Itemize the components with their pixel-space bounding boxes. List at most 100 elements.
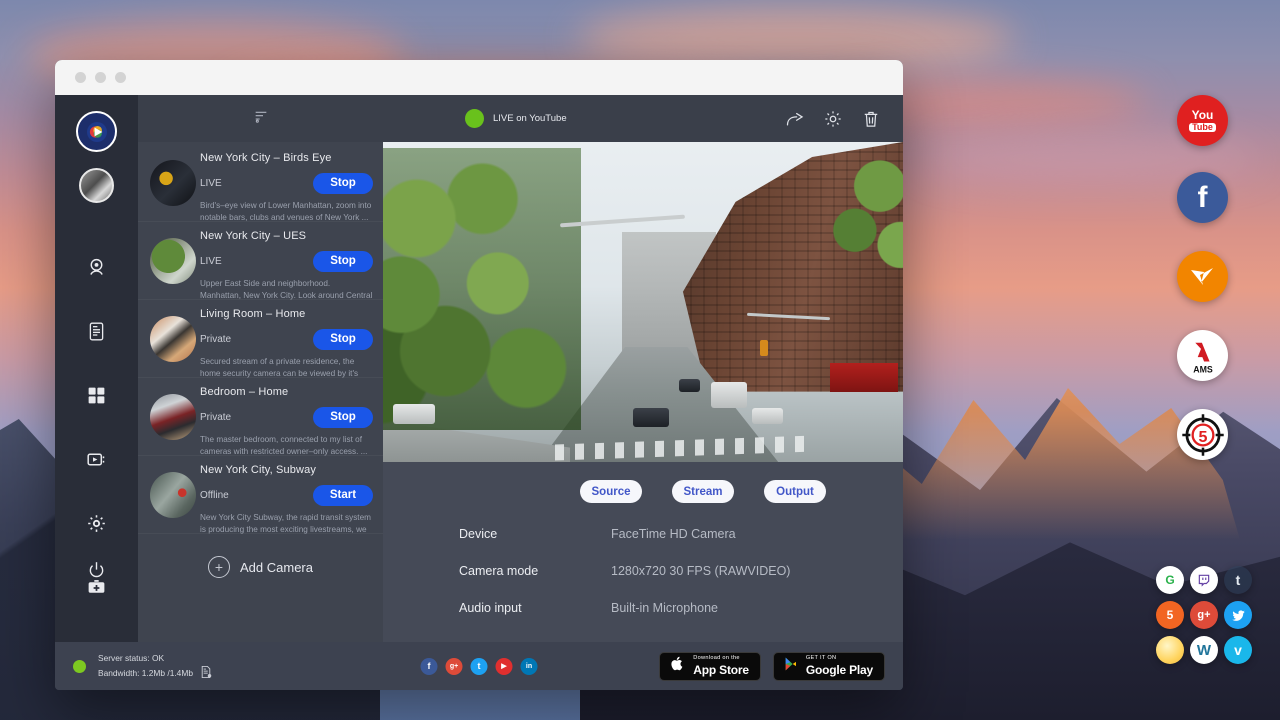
play-triangle-icon [783,656,799,677]
camera-thumbnail [150,394,196,440]
vimeo-dock-icon[interactable]: v [1224,636,1252,664]
camera-status: LIVE [200,256,313,267]
source-info-table: Device FaceTime HD Camera Camera mode 12… [383,503,903,638]
mobile-device-icon[interactable] [77,311,117,351]
user-avatar[interactable] [79,168,114,203]
list-item[interactable]: New York City, Subway Offline Start New … [138,456,383,534]
power-icon[interactable] [77,550,117,590]
minimize-button[interactable] [95,72,106,83]
zoom-button[interactable] [115,72,126,83]
linkedin-icon[interactable]: in [521,658,538,675]
youtube-top-text: You [1192,109,1214,121]
main-panel: LIVE on YouTube [383,95,903,642]
preview-car [752,408,783,424]
camera-action-button[interactable]: Start [313,485,373,506]
camera-title: New York City – UES [200,230,373,242]
preview-trees-left [383,148,581,430]
camera-status-row: Private Stop [200,407,373,427]
twitter-icon[interactable]: t [471,658,488,675]
preview-car [393,404,435,423]
camera-status: Private [200,334,313,345]
app-logo-icon[interactable] [76,111,117,152]
camera-thumbnail [150,238,196,284]
camera-action-button[interactable]: Stop [313,251,373,272]
list-item[interactable]: Bedroom – Home Private Stop The master b… [138,378,383,456]
add-camera-label: Add Camera [240,560,313,575]
app-window: New York City – Birds Eye LIVE Stop Bird… [55,60,903,690]
twitch-dock-icon[interactable] [1190,566,1218,594]
info-key: Camera mode [459,564,611,578]
tab-source[interactable]: Source [580,480,642,503]
adobe-ams-dock-icon[interactable]: AMS [1177,330,1228,381]
camera-description: The master bedroom, connected to my list… [200,434,373,458]
close-button[interactable] [75,72,86,83]
video-screen-icon[interactable] [77,439,117,479]
preview-car [633,408,669,427]
preview-awning [830,363,898,392]
list-item[interactable]: Living Room – Home Private Stop Secured … [138,300,383,378]
tumblr-dock-icon[interactable]: t [1224,566,1252,594]
facebook-dock-icon[interactable]: f [1177,172,1228,223]
bandwidth-line: Bandwidth: 1.2Mb /1.4Mb [98,667,193,680]
twitter-dock-icon[interactable] [1224,601,1252,629]
info-row: Device FaceTime HD Camera [459,527,903,541]
google-play-small-label: GET IT ON [806,656,873,662]
google-plus-dock-icon[interactable]: g+ [1190,601,1218,629]
grabyo-dock-icon[interactable]: G [1156,566,1184,594]
mode-tabs: Source Stream Output [503,462,903,503]
preview-trees-right [830,142,903,289]
camera-title: New York City, Subway [200,464,373,476]
youtube-icon[interactable]: ▶ [496,658,513,675]
flickr-dock-icon[interactable] [1156,636,1184,664]
filter-sort-icon[interactable] [253,108,269,129]
social-links: f g+ t ▶ in [421,658,538,675]
tab-output[interactable]: Output [764,480,826,503]
camera-thumbnail [150,160,196,206]
youtube-bottom-text: Tube [1189,123,1216,132]
add-camera-button[interactable]: + Add Camera [138,534,383,578]
google-play-badge[interactable]: GET IT ON Google Play [773,652,885,681]
tab-stream[interactable]: Stream [672,480,734,503]
webcam-icon[interactable] [77,247,117,287]
youtube-dock-icon[interactable]: You Tube [1177,95,1228,146]
share-icon[interactable] [785,109,805,129]
app-store-badge[interactable]: Download on the App Store [659,652,761,681]
svg-text:AMS: AMS [1193,364,1213,374]
toolbar-actions [785,109,881,129]
gear-icon[interactable] [823,109,843,129]
info-row: Camera mode 1280x720 30 FPS (RAWVIDEO) [459,564,903,578]
google-play-label: Google Play [806,664,873,676]
camera-title: Living Room – Home [200,308,373,320]
list-item[interactable]: New York City – UES LIVE Stop Upper East… [138,222,383,300]
camera-status-row: Offline Start [200,485,373,505]
google-plus-icon[interactable]: g+ [446,658,463,675]
info-key: Audio input [459,601,611,615]
camera-action-button[interactable]: Stop [313,329,373,350]
camera-status-row: LIVE Stop [200,251,373,271]
camera-action-button[interactable]: Stop [313,407,373,428]
list-item[interactable]: New York City – Birds Eye LIVE Stop Bird… [138,144,383,222]
camera-list-panel: New York City – Birds Eye LIVE Stop Bird… [138,95,383,642]
gear-icon[interactable] [77,503,117,543]
document-info-icon[interactable] [199,665,213,679]
preview-car [679,379,700,392]
camera-description: New York City Subway, the rapid transit … [200,512,373,536]
target-five-dock-icon[interactable]: 5 [1177,409,1228,460]
app-store-label: App Store [693,664,749,676]
camera-title: Bedroom – Home [200,386,373,398]
video-preview[interactable] [383,142,903,462]
server-status-line: Server status: OK [98,652,213,665]
camera-action-button[interactable]: Stop [313,173,373,194]
status-badge [73,660,86,673]
trash-icon[interactable] [861,109,881,129]
grid-icon[interactable] [77,375,117,415]
info-value: Built-in Microphone [611,601,718,615]
smashcast-dock-icon[interactable]: 5 [1156,601,1184,629]
camera-status-row: Private Stop [200,329,373,349]
camera-thumbnail [150,472,196,518]
wordpress-dock-icon[interactable]: W [1190,636,1218,664]
store-badges: Download on the App Store [659,652,885,681]
facebook-icon[interactable]: f [421,658,438,675]
camera-list[interactable]: New York City – Birds Eye LIVE Stop Bird… [138,142,383,642]
wowza-dock-icon[interactable] [1177,251,1228,302]
